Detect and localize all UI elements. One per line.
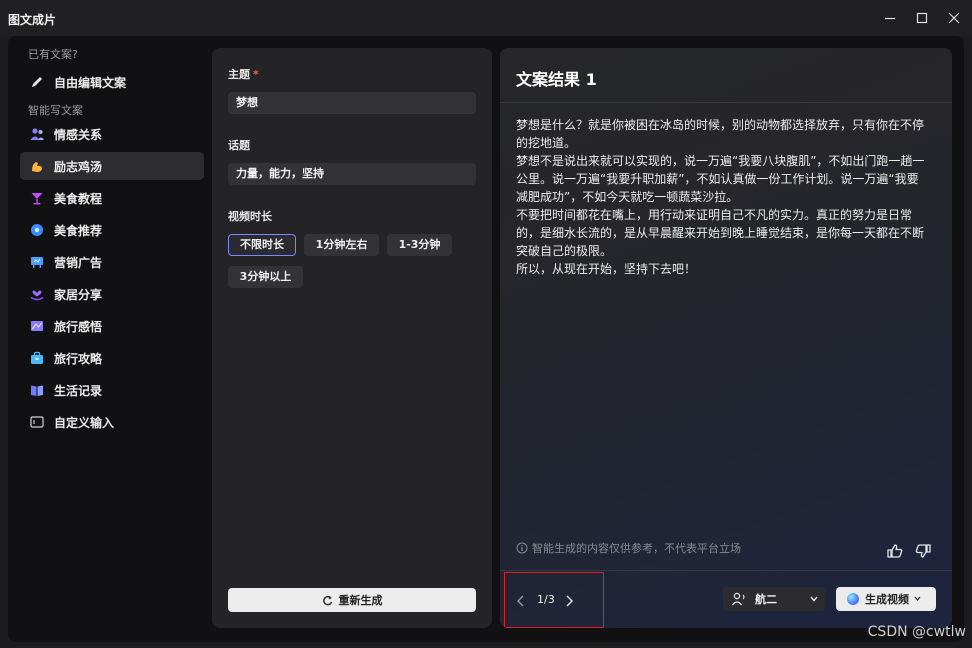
regenerate-label: 重新生成 bbox=[338, 594, 383, 607]
like-button[interactable] bbox=[886, 542, 904, 560]
page-indicator: 1/3 bbox=[537, 593, 555, 606]
voice-icon bbox=[731, 592, 747, 606]
topic-label: 话题 bbox=[228, 139, 250, 152]
result-paragraph: 梦想是什么？就是你被困在冰岛的时候，别的动物都选择放弃，只有你在不停的挖地道。 bbox=[516, 118, 925, 150]
divider bbox=[500, 102, 952, 103]
thumbs-down-icon bbox=[915, 544, 931, 558]
sidebar-item-food-tutorial[interactable]: 美食教程 bbox=[20, 184, 204, 212]
sidebar-item-label: 情感关系 bbox=[54, 127, 103, 142]
people-icon bbox=[30, 127, 44, 141]
duration-option-1-3min[interactable]: 1-3分钟 bbox=[387, 234, 452, 256]
generate-video-button[interactable]: 生成视频 bbox=[836, 587, 936, 611]
sidebar-item-label: 营销广告 bbox=[54, 255, 103, 270]
theme-label: 主题 * bbox=[228, 66, 259, 82]
pencil-icon bbox=[30, 75, 44, 89]
info-icon bbox=[516, 542, 528, 554]
sidebar-item-label: 旅行攻略 bbox=[54, 351, 103, 366]
voice-select[interactable]: 航二 bbox=[723, 587, 825, 611]
minimize-button[interactable] bbox=[880, 8, 900, 28]
duration-option-1min[interactable]: 1分钟左右 bbox=[304, 234, 379, 256]
regenerate-button[interactable]: 重新生成 bbox=[228, 588, 476, 612]
window-title: 图文成片 bbox=[8, 13, 57, 27]
sidebar-item-marketing[interactable]: 营销广告 bbox=[20, 248, 204, 276]
sidebar: 已有文案? 自由编辑文案 智能写文案 情感关系 励志鸡汤 美食教程 美食推荐 营… bbox=[20, 46, 204, 440]
smart-copy-label: 智能写文案 bbox=[28, 104, 83, 117]
maximize-button[interactable] bbox=[912, 8, 932, 28]
title-bar: 图文成片 bbox=[0, 0, 972, 36]
sidebar-item-label: 励志鸡汤 bbox=[54, 159, 103, 174]
dislike-button[interactable] bbox=[914, 542, 932, 560]
minimize-icon bbox=[885, 17, 895, 20]
map-icon bbox=[30, 319, 44, 333]
sidebar-item-label: 旅行感悟 bbox=[54, 319, 103, 334]
maximize-icon bbox=[916, 12, 928, 24]
chevron-down-icon bbox=[913, 593, 922, 606]
billboard-icon bbox=[30, 255, 44, 269]
ai-orb-icon bbox=[847, 593, 859, 605]
sidebar-item-travel-guide[interactable]: 旅行攻略 bbox=[20, 344, 204, 372]
disclaimer: 智能生成的内容仅供参考，不代表平台立场 bbox=[516, 540, 741, 556]
result-paragraph: 梦想不是说出来就可以实现的，说一万遍“我要八块腹肌”，不如出门跑一趟一公里。说一… bbox=[516, 154, 925, 204]
prev-page-button[interactable] bbox=[515, 593, 527, 612]
divider bbox=[500, 570, 952, 571]
sidebar-item-emotion[interactable]: 情感关系 bbox=[20, 120, 204, 148]
flex-icon bbox=[30, 159, 44, 173]
result-paragraph: 不要把时间都花在嘴上，用行动来证明自己不凡的实力。真正的努力是日常的，是细水长流… bbox=[516, 208, 925, 258]
topic-input[interactable]: 力量，能力，坚持 bbox=[228, 163, 476, 185]
chevron-right-icon bbox=[566, 595, 573, 607]
refresh-icon bbox=[322, 595, 332, 605]
gear-flower-icon bbox=[30, 223, 44, 237]
sidebar-item-label: 美食推荐 bbox=[54, 223, 103, 238]
result-panel: 文案结果 1 梦想是什么？就是你被困在冰岛的时候，别的动物都选择放弃，只有你在不… bbox=[500, 48, 952, 628]
chevron-left-icon bbox=[517, 595, 524, 607]
result-title: 文案结果 1 bbox=[516, 70, 597, 89]
sidebar-item-food-recommend[interactable]: 美食推荐 bbox=[20, 216, 204, 244]
sidebar-item-custom-input[interactable]: 自定义输入 bbox=[20, 408, 204, 436]
book-icon bbox=[30, 383, 44, 397]
disclaimer-text: 智能生成的内容仅供参考，不代表平台立场 bbox=[532, 542, 741, 555]
close-button[interactable] bbox=[944, 8, 964, 28]
required-mark: * bbox=[253, 68, 259, 81]
sidebar-item-life-log[interactable]: 生活记录 bbox=[20, 376, 204, 404]
duration-option-3min-plus[interactable]: 3分钟以上 bbox=[228, 266, 303, 288]
sidebar-item-label: 家居分享 bbox=[54, 287, 103, 302]
chevron-down-icon bbox=[809, 594, 819, 607]
cocktail-icon bbox=[30, 191, 44, 205]
sidebar-item-home[interactable]: 家居分享 bbox=[20, 280, 204, 308]
sidebar-item-label: 美食教程 bbox=[54, 191, 103, 206]
existing-copy-label: 已有文案? bbox=[28, 48, 78, 61]
theme-input[interactable]: 梦想 bbox=[228, 92, 476, 114]
voice-value: 航二 bbox=[755, 593, 777, 606]
form-panel: 主题 * 梦想 话题 力量，能力，坚持 视频时长 不限时长 1分钟左右 1-3分钟… bbox=[212, 48, 492, 628]
duration-option-unlimited[interactable]: 不限时长 bbox=[228, 234, 296, 256]
duration-label: 视频时长 bbox=[228, 210, 272, 223]
generate-video-label: 生成视频 bbox=[865, 593, 909, 606]
result-text[interactable]: 梦想是什么？就是你被困在冰岛的时候，别的动物都选择放弃，只有你在不停的挖地道。 … bbox=[516, 116, 928, 278]
theme-label-text: 主题 bbox=[228, 68, 250, 81]
next-page-button[interactable] bbox=[563, 593, 575, 612]
input-icon bbox=[30, 415, 44, 429]
suitcase-icon bbox=[30, 351, 44, 365]
close-icon bbox=[948, 12, 960, 24]
hand-heart-icon bbox=[30, 287, 44, 301]
sidebar-item-label: 自由编辑文案 bbox=[54, 75, 127, 90]
sidebar-item-free-edit[interactable]: 自由编辑文案 bbox=[20, 68, 204, 96]
app-body: 已有文案? 自由编辑文案 智能写文案 情感关系 励志鸡汤 美食教程 美食推荐 营… bbox=[8, 36, 964, 642]
sidebar-item-travel-feel[interactable]: 旅行感悟 bbox=[20, 312, 204, 340]
result-paragraph: 所以，从现在开始，坚持下去吧！ bbox=[516, 262, 697, 276]
watermark: CSDN @cwtlw bbox=[867, 624, 966, 640]
result-pager: 1/3 bbox=[504, 572, 604, 628]
thumbs-up-icon bbox=[887, 544, 903, 558]
sidebar-item-inspiration[interactable]: 励志鸡汤 bbox=[20, 152, 204, 180]
sidebar-item-label: 自定义输入 bbox=[54, 415, 115, 430]
sidebar-item-label: 生活记录 bbox=[54, 383, 103, 398]
